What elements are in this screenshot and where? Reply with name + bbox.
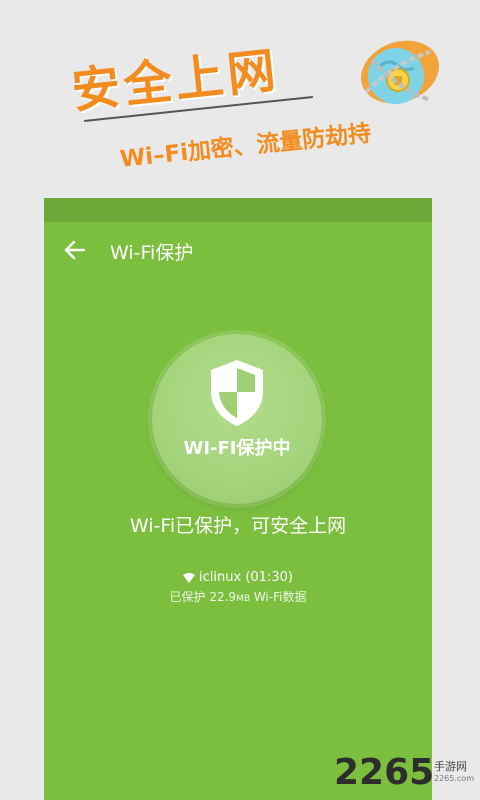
- promo-banner: 安全上网 Wi–Fi加密、流量防劫持: [0, 0, 480, 200]
- locked-globe-icon: [361, 40, 439, 104]
- watermark-number: 2265: [334, 752, 435, 793]
- arrow-left-icon[interactable]: [64, 240, 86, 260]
- usage-suffix: Wi-Fi数据: [250, 590, 307, 604]
- wifi-protect-button[interactable]: WI-FI保护中: [152, 334, 322, 504]
- wifi-icon: [183, 572, 196, 583]
- network-info: iclinux (01:30): [44, 570, 432, 585]
- usage-prefix: 已保护 22.9: [169, 590, 237, 604]
- phone-screen: Wi-Fi保护 WI-FI保护中 Wi-Fi已保护，可安全上网 iclinux …: [44, 198, 432, 800]
- protect-status-label: WI-FI保护中: [183, 438, 291, 459]
- protection-status-text: Wi-Fi已保护，可安全上网: [129, 515, 347, 537]
- shield-icon: [211, 360, 263, 426]
- status-bar: [44, 198, 432, 222]
- watermark-url: 2265.com: [434, 774, 474, 783]
- toolbar: Wi-Fi保护: [44, 222, 432, 278]
- network-name: iclinux (01:30): [199, 570, 293, 585]
- usage-unit: MB: [236, 594, 251, 604]
- data-usage: 已保护 22.9MB Wi-Fi数据: [44, 588, 432, 605]
- watermark-text: 手游网: [434, 760, 467, 773]
- page-title: Wi-Fi保护: [110, 242, 194, 264]
- promo-title: 安全上网: [69, 42, 282, 120]
- site-watermark: 2265 手游网 2265.com: [334, 752, 480, 796]
- promo-subtitle: Wi–Fi加密、流量防劫持: [118, 120, 373, 173]
